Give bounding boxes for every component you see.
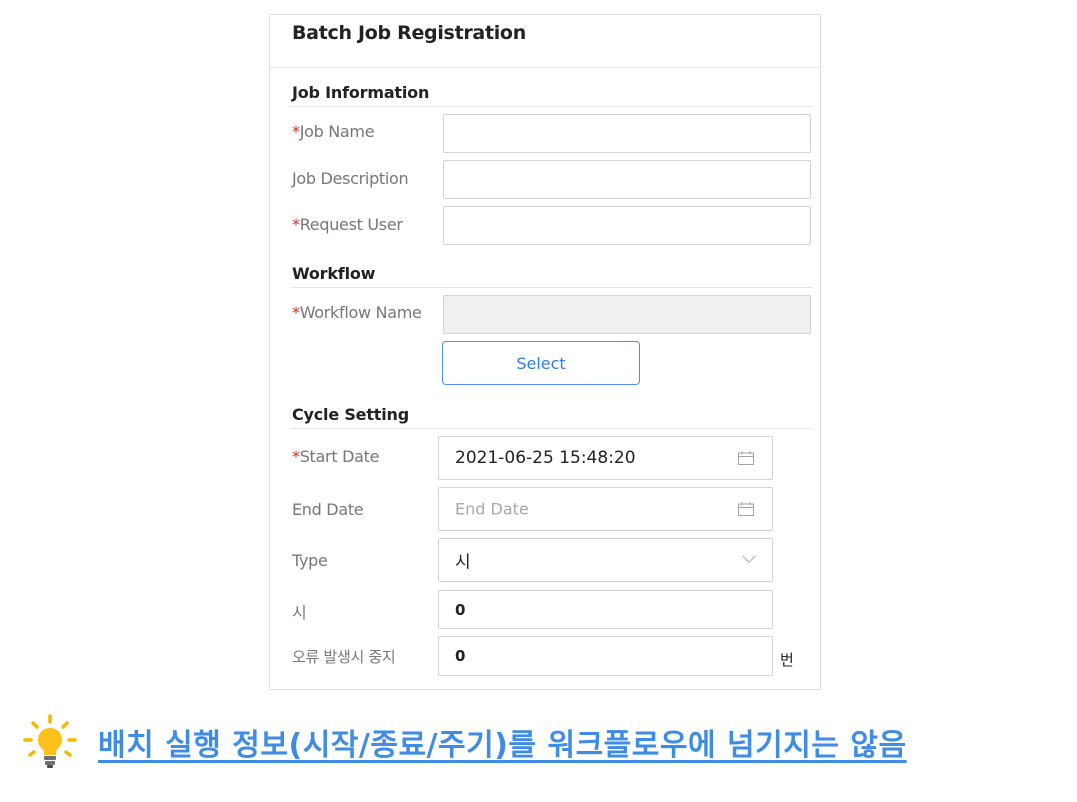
stop-on-error-input[interactable]: 0 xyxy=(438,636,773,676)
end-date-placeholder: End Date xyxy=(455,499,529,519)
section-job-information: Job Information xyxy=(292,83,430,102)
end-date-picker[interactable]: End Date xyxy=(438,487,773,531)
panel-title: Batch Job Registration xyxy=(292,22,526,44)
job-name-input[interactable] xyxy=(443,114,811,153)
stop-on-error-value: 0 xyxy=(455,647,466,665)
start-date-picker[interactable]: 2021-06-25 15:48:20 xyxy=(438,436,773,480)
job-name-label: *Job Name xyxy=(292,122,375,141)
stop-on-error-unit: 번 xyxy=(780,651,794,669)
workflow-name-input xyxy=(443,295,811,334)
request-user-input[interactable] xyxy=(443,206,811,245)
job-description-label: Job Description xyxy=(292,169,409,188)
hour-value: 0 xyxy=(455,600,466,619)
type-label: Type xyxy=(292,551,328,570)
note-banner: 배치 실행 정보(시작/종료/주기)를 워크플로우에 넘기지는 않음 xyxy=(22,712,907,772)
section-divider xyxy=(290,287,812,288)
start-date-value: 2021-06-25 15:48:20 xyxy=(455,448,636,468)
section-cycle-setting: Cycle Setting xyxy=(292,405,409,424)
workflow-name-label: *Workflow Name xyxy=(292,303,422,322)
job-description-input[interactable] xyxy=(443,160,811,199)
hour-input[interactable]: 0 xyxy=(438,590,773,629)
chevron-down-icon xyxy=(742,555,756,563)
end-date-label: End Date xyxy=(292,500,364,519)
batch-job-registration-panel: Batch Job Registration Job Information *… xyxy=(269,14,821,690)
start-date-label: *Start Date xyxy=(292,447,380,466)
section-divider xyxy=(290,106,812,107)
lightbulb-icon xyxy=(23,714,77,768)
calendar-icon[interactable] xyxy=(738,451,754,465)
type-select[interactable]: 시 xyxy=(438,538,773,582)
calendar-icon[interactable] xyxy=(738,502,754,516)
title-divider xyxy=(270,67,820,68)
select-workflow-button[interactable]: Select xyxy=(442,341,640,385)
stop-on-error-label: 오류 발생시 중지 xyxy=(292,648,396,666)
note-text: 배치 실행 정보(시작/종료/주기)를 워크플로우에 넘기지는 않음 xyxy=(98,728,907,763)
type-selected-value: 시 xyxy=(455,552,471,573)
section-workflow: Workflow xyxy=(292,264,376,283)
hour-label: 시 xyxy=(292,603,307,622)
request-user-label: *Request User xyxy=(292,215,403,234)
section-divider xyxy=(290,428,812,429)
